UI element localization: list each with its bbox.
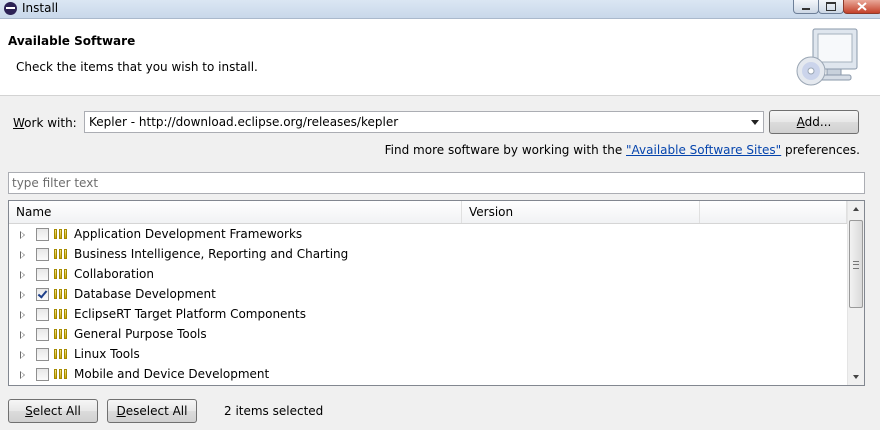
table-row[interactable]: Collaboration bbox=[9, 265, 847, 285]
expand-arrow-icon[interactable] bbox=[20, 371, 25, 379]
page-title: Available Software bbox=[8, 34, 136, 48]
category-icon bbox=[54, 329, 69, 339]
vertical-scrollbar[interactable] bbox=[847, 201, 864, 385]
chevron-down-icon[interactable] bbox=[751, 120, 759, 125]
deselect-all-button[interactable]: Deselect All bbox=[107, 399, 197, 423]
maximize-button[interactable] bbox=[818, 0, 844, 14]
row-label: Mobile and Device Development bbox=[74, 367, 270, 381]
filter-box[interactable] bbox=[8, 172, 865, 194]
category-icon bbox=[54, 269, 69, 279]
row-checkbox[interactable] bbox=[36, 268, 49, 281]
work-with-label: Work with: bbox=[13, 116, 77, 130]
find-more-text: Find more software by working with the "… bbox=[384, 143, 860, 157]
scroll-down-icon[interactable] bbox=[848, 368, 864, 385]
category-icon bbox=[54, 349, 69, 359]
expand-arrow-icon[interactable] bbox=[20, 351, 25, 359]
row-checkbox[interactable] bbox=[36, 228, 49, 241]
category-icon bbox=[54, 229, 69, 239]
table-row[interactable]: General Purpose Tools bbox=[9, 325, 847, 345]
expand-arrow-icon[interactable] bbox=[20, 251, 25, 259]
title-bar: Install bbox=[0, 0, 880, 19]
scrollbar-thumb[interactable] bbox=[849, 220, 863, 308]
row-checkbox[interactable] bbox=[36, 368, 49, 381]
available-software-sites-link[interactable]: "Available Software Sites" bbox=[626, 143, 781, 157]
minimize-button[interactable] bbox=[793, 0, 819, 14]
column-header-name[interactable]: Name bbox=[9, 201, 462, 223]
page-description: Check the items that you wish to install… bbox=[16, 60, 258, 74]
grip-icon bbox=[853, 261, 859, 269]
table-row[interactable]: Database Development bbox=[9, 285, 847, 305]
table-row[interactable]: Business Intelligence, Reporting and Cha… bbox=[9, 245, 847, 265]
filter-input[interactable] bbox=[12, 174, 852, 192]
table-row[interactable]: Mobile and Device Development bbox=[9, 365, 847, 385]
row-label: EclipseRT Target Platform Components bbox=[74, 307, 306, 321]
expand-arrow-icon[interactable] bbox=[20, 271, 25, 279]
row-label: General Purpose Tools bbox=[74, 327, 207, 341]
category-icon bbox=[54, 249, 69, 259]
table-row[interactable]: Application Development Frameworks bbox=[9, 225, 847, 245]
close-button[interactable] bbox=[843, 0, 880, 14]
eclipse-icon bbox=[4, 2, 17, 15]
work-with-value: Kepler - http://download.eclipse.org/rel… bbox=[89, 115, 399, 129]
expand-arrow-icon[interactable] bbox=[20, 331, 25, 339]
column-header-extra[interactable] bbox=[700, 201, 847, 223]
row-checkbox[interactable] bbox=[36, 248, 49, 261]
row-checkbox[interactable] bbox=[36, 308, 49, 321]
close-icon bbox=[857, 2, 867, 11]
row-checkbox-checked[interactable] bbox=[36, 288, 49, 301]
category-icon bbox=[54, 309, 69, 319]
select-all-button[interactable]: Select All bbox=[8, 399, 98, 423]
row-label: Linux Tools bbox=[74, 347, 140, 361]
table-header: Name Version bbox=[9, 201, 847, 224]
row-label: Application Development Frameworks bbox=[74, 227, 303, 241]
category-icon bbox=[54, 289, 69, 299]
scroll-up-icon[interactable] bbox=[848, 201, 864, 218]
add-button[interactable]: Add... bbox=[769, 110, 859, 134]
row-checkbox[interactable] bbox=[36, 328, 49, 341]
wizard-header: Available Software Check the items that … bbox=[0, 19, 880, 96]
table-rows: Application Development Frameworks Busin… bbox=[9, 225, 847, 385]
column-header-version[interactable]: Version bbox=[462, 201, 700, 223]
category-icon bbox=[54, 369, 69, 379]
expand-arrow-icon[interactable] bbox=[20, 311, 25, 319]
row-checkbox[interactable] bbox=[36, 348, 49, 361]
row-label: Business Intelligence, Reporting and Cha… bbox=[74, 247, 349, 261]
work-with-combo[interactable]: Kepler - http://download.eclipse.org/rel… bbox=[84, 111, 764, 133]
selection-status: 2 items selected bbox=[224, 404, 324, 418]
expand-arrow-icon[interactable] bbox=[20, 231, 25, 239]
table-row[interactable]: Linux Tools bbox=[9, 345, 847, 365]
monitor-cd-icon bbox=[796, 28, 858, 86]
window-title: Install bbox=[22, 1, 59, 15]
row-label: Database Development bbox=[74, 287, 216, 301]
software-tree-table[interactable]: Name Version Application Development Fra… bbox=[8, 200, 865, 386]
row-label: Collaboration bbox=[74, 267, 154, 281]
table-row[interactable]: EclipseRT Target Platform Components bbox=[9, 305, 847, 325]
expand-arrow-icon[interactable] bbox=[20, 291, 25, 299]
